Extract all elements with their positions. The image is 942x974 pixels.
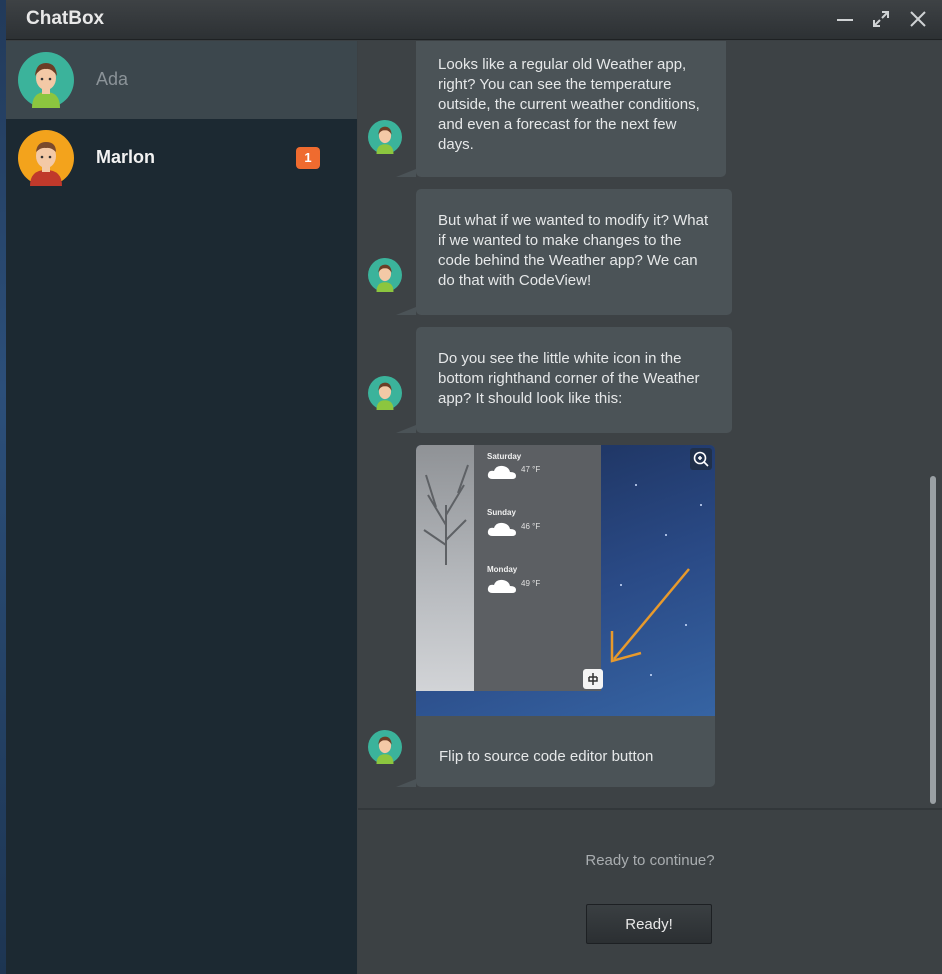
- sender-avatar-icon: [368, 730, 402, 764]
- contact-name: Marlon: [96, 147, 156, 167]
- chat-thread[interactable]: Looks like a regular old Weather app, ri…: [358, 41, 942, 808]
- message-bubble: Looks like a regular old Weather app, ri…: [396, 41, 726, 177]
- title-bar[interactable]: ChatBox: [6, 0, 942, 40]
- zoom-in-icon[interactable]: [690, 448, 712, 470]
- sender-avatar-icon: [368, 258, 402, 292]
- message-text: Looks like a regular old Weather app, ri…: [438, 56, 700, 153]
- image-caption: Flip to source code editor button: [439, 748, 654, 765]
- contact-name: Ada: [96, 69, 129, 89]
- contact-item-ada[interactable]: Ada: [6, 41, 357, 119]
- contacts-sidebar: Ada Marlon 1: [6, 41, 357, 974]
- message-bubble: Do you see the little white icon in the …: [396, 327, 732, 433]
- orange-arrow-icon: [610, 568, 690, 663]
- maximize-icon[interactable]: [868, 6, 894, 32]
- sender-avatar-icon: [368, 120, 402, 154]
- message-text: But what if we wanted to modify it? What…: [438, 212, 709, 289]
- avatar-ada-icon: [18, 52, 74, 108]
- minimize-icon[interactable]: [832, 6, 858, 32]
- window-title: ChatBox: [26, 8, 105, 29]
- continue-prompt: Ready to continue?: [585, 852, 715, 869]
- close-icon[interactable]: [905, 6, 931, 32]
- contact-item-marlon[interactable]: Marlon 1: [6, 119, 357, 197]
- unread-badge: 1: [296, 147, 320, 169]
- image-message-bubble: Saturday 47 °F Sunday 46 °F Monday 49 °F: [396, 445, 715, 787]
- chat-scrollbar-thumb[interactable]: [930, 476, 936, 804]
- chat-footer: Ready to continue? Ready!: [358, 808, 942, 974]
- ready-button[interactable]: Ready!: [586, 904, 712, 944]
- sender-avatar-icon: [368, 376, 402, 410]
- chatbox-window: ChatBox Ada Marlon 1 Looks like a regula…: [6, 0, 942, 974]
- weather-app-screenshot[interactable]: Saturday 47 °F Sunday 46 °F Monday 49 °F: [416, 445, 715, 716]
- message-bubble: But what if we wanted to modify it? What…: [396, 189, 732, 315]
- message-text: Do you see the little white icon in the …: [438, 350, 700, 407]
- avatar-marlon-icon: [18, 130, 74, 186]
